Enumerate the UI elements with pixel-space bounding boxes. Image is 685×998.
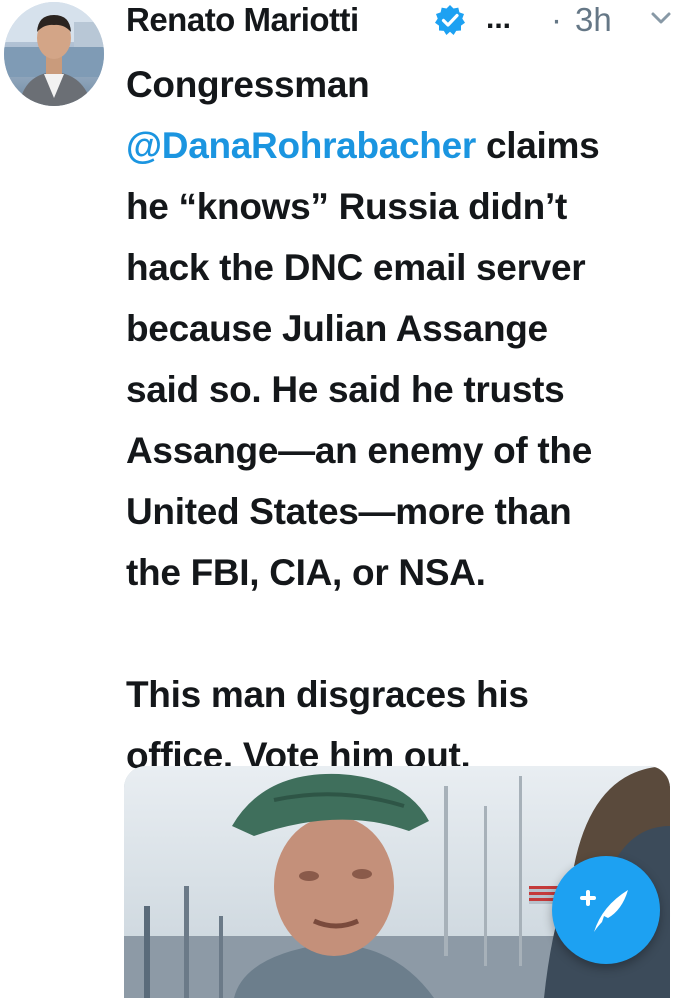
text-line: hack the DNC email server xyxy=(126,237,685,298)
text-line: Assange—an enemy of the xyxy=(126,420,685,481)
text-segment: Congressman xyxy=(126,64,370,105)
text-segment: because Julian Assange xyxy=(126,308,548,349)
text-segment: the FBI, CIA, or NSA. xyxy=(126,552,486,593)
text-segment: claims xyxy=(476,125,600,166)
text-line: said so. He said he trusts xyxy=(126,359,685,420)
text-line: because Julian Assange xyxy=(126,298,685,359)
tweet-text: Congressman @DanaRohrabacher claims he “… xyxy=(126,54,685,786)
text-segment: This man disgraces his xyxy=(126,674,529,715)
text-segment: Assange—an enemy of the xyxy=(126,430,593,471)
author-name[interactable]: Renato Mariotti xyxy=(126,0,359,40)
separator-dot: · xyxy=(551,1,562,38)
text-line: United States—more than xyxy=(126,481,685,542)
text-segment: he “knows” Russia didn’t xyxy=(126,186,567,227)
text-line: Congressman xyxy=(126,54,685,115)
text-line: This man disgraces his xyxy=(126,664,685,725)
verified-badge-icon xyxy=(434,4,466,41)
avatar[interactable] xyxy=(4,2,104,106)
avatar-photo xyxy=(4,2,104,106)
text-line: @DanaRohrabacher claims xyxy=(126,115,685,176)
compose-tweet-button[interactable] xyxy=(552,856,660,964)
text-line: he “knows” Russia didn’t xyxy=(126,176,685,237)
text-segment: said so. He said he trusts xyxy=(126,369,565,410)
text-line: the FBI, CIA, or NSA. xyxy=(126,542,685,603)
mention-link[interactable]: @DanaRohrabacher xyxy=(126,125,476,166)
tweet-header: Renato Mariotti ... · 3h xyxy=(126,0,685,44)
timestamp[interactable]: 3h xyxy=(575,0,612,40)
chevron-down-icon[interactable] xyxy=(650,10,672,31)
compose-tweet-icon xyxy=(580,890,628,932)
text-segment: United States—more than xyxy=(126,491,572,532)
text-segment: hack the DNC email server xyxy=(126,247,586,288)
author-handle-truncated: ... xyxy=(486,2,512,35)
